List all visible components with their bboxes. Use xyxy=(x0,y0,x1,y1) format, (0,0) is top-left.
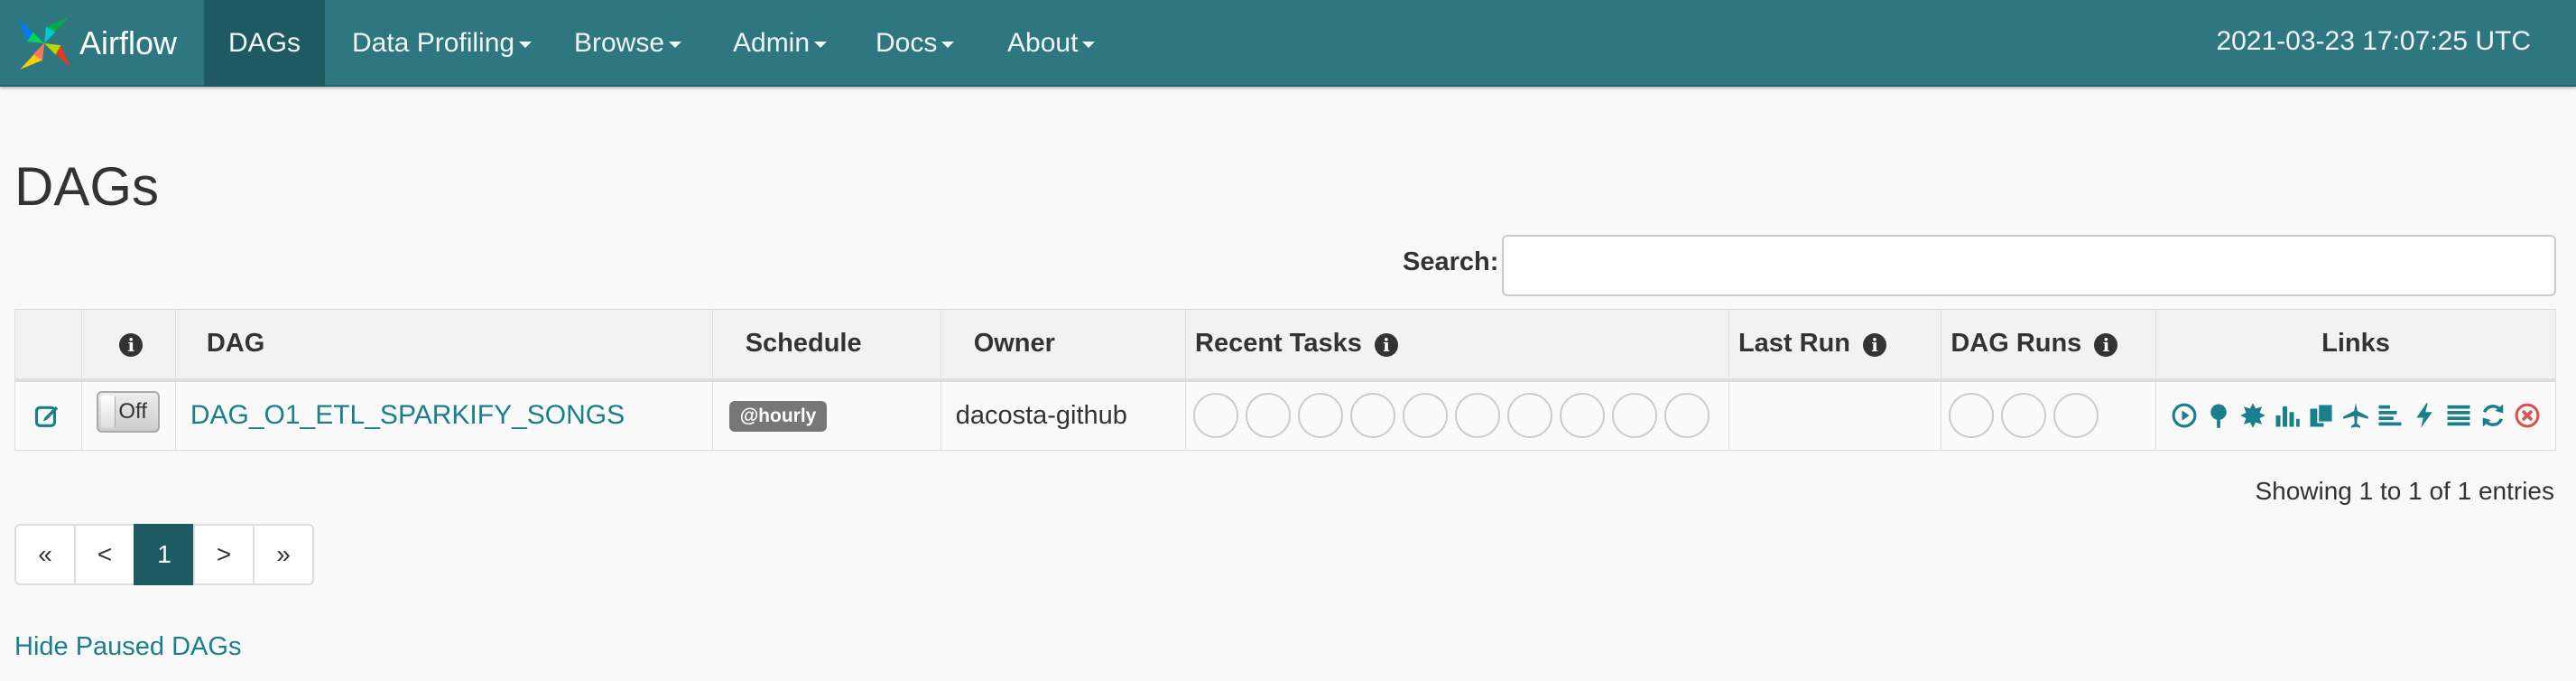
header-last-run[interactable]: Last Run i xyxy=(1728,309,1942,382)
header-links: Links xyxy=(2155,309,2556,382)
graph-view-icon[interactable] xyxy=(2239,402,2266,429)
nav-admin-label: Admin xyxy=(733,28,811,58)
header-info: i xyxy=(80,309,176,382)
delete-icon[interactable] xyxy=(2514,402,2541,429)
header-dag-runs-label: DAG Runs xyxy=(1951,329,2082,359)
links-group xyxy=(2171,402,2541,429)
duration-chart-icon[interactable] xyxy=(2274,402,2301,429)
caret-down-icon xyxy=(1082,42,1096,48)
schedule-badge[interactable]: @hourly xyxy=(728,401,828,433)
toggle-knob xyxy=(101,396,116,429)
brand-link[interactable]: Airflow xyxy=(14,7,177,79)
nav-browse[interactable]: Browse xyxy=(549,0,707,87)
recent-tasks-circles xyxy=(1193,393,1714,439)
caret-down-icon xyxy=(669,42,682,48)
dag-pause-toggle[interactable]: Off xyxy=(97,391,161,434)
page-1-button[interactable]: 1 xyxy=(134,524,195,585)
dag-link[interactable]: DAG_O1_ETL_SPARKIFY_SONGS xyxy=(190,400,625,430)
table-header-row: i DAG Schedule Owner Recent Tasks i Last… xyxy=(14,309,2556,382)
logs-icon[interactable] xyxy=(2445,402,2472,429)
brand-name: Airflow xyxy=(79,24,178,61)
task-status-circle[interactable] xyxy=(1560,393,1606,439)
task-status-circle[interactable] xyxy=(1664,393,1710,439)
top-navbar: Airflow DAGs Data Profiling Browse Admin… xyxy=(0,0,2576,87)
links-cell xyxy=(2155,379,2556,451)
refresh-icon[interactable] xyxy=(2479,402,2507,429)
header-edit xyxy=(14,309,82,382)
task-status-circle[interactable] xyxy=(1507,393,1553,439)
dag-run-status-circle[interactable] xyxy=(1949,393,1995,439)
info-icon[interactable]: i xyxy=(2094,332,2118,357)
info-icon[interactable]: i xyxy=(1374,332,1398,357)
header-schedule[interactable]: Schedule xyxy=(711,309,941,382)
recent-tasks-cell xyxy=(1185,379,1729,451)
dag-run-status-circle[interactable] xyxy=(2001,393,2047,439)
info-icon[interactable]: i xyxy=(1863,332,1887,357)
task-status-circle[interactable] xyxy=(1403,393,1449,439)
task-status-circle[interactable] xyxy=(1298,393,1344,439)
caret-down-icon xyxy=(941,42,955,48)
hide-paused-dags-link[interactable]: Hide Paused DAGs xyxy=(14,632,241,662)
header-links-label: Links xyxy=(2321,329,2390,359)
header-dag[interactable]: DAG xyxy=(174,309,713,382)
nav-dags[interactable]: DAGs xyxy=(204,0,325,87)
airflow-logo-icon xyxy=(18,17,70,70)
gantt-icon[interactable] xyxy=(2377,402,2404,429)
trigger-dag-icon[interactable] xyxy=(2171,402,2198,429)
schedule-cell: @hourly xyxy=(711,379,941,451)
first-page-button[interactable]: « xyxy=(14,524,76,585)
dag-run-status-circle[interactable] xyxy=(2053,393,2099,439)
task-status-circle[interactable] xyxy=(1350,393,1396,439)
search-input[interactable] xyxy=(1502,235,2556,296)
nav-dags-label: DAGs xyxy=(228,28,301,58)
header-last-run-label: Last Run xyxy=(1737,329,1850,359)
owner-cell: dacosta-github xyxy=(940,379,1187,451)
header-schedule-label: Schedule xyxy=(745,329,862,359)
dag-runs-cell xyxy=(1941,379,2156,451)
dag-runs-circles xyxy=(1949,393,2141,439)
nav-data-profiling-label: Data Profiling xyxy=(352,28,515,58)
entries-info: Showing 1 to 1 of 1 entries xyxy=(2255,477,2554,505)
header-owner-label: Owner xyxy=(973,329,1055,359)
caret-down-icon xyxy=(519,42,533,48)
owner-label: dacosta-github xyxy=(955,400,1127,430)
header-recent-tasks-label: Recent Tasks xyxy=(1195,329,1362,359)
nav-about[interactable]: About xyxy=(982,0,1120,87)
nav-browse-label: Browse xyxy=(574,28,665,58)
header-owner[interactable]: Owner xyxy=(940,309,1187,382)
header-dag-label: DAG xyxy=(206,329,265,359)
nav-about-label: About xyxy=(1007,28,1079,58)
utc-clock: 2021-03-23 17:07:25 UTC xyxy=(2216,26,2531,56)
edit-icon[interactable] xyxy=(30,402,67,429)
task-status-circle[interactable] xyxy=(1246,393,1292,439)
edit-cell xyxy=(14,379,82,451)
prev-page-button[interactable]: < xyxy=(74,524,135,585)
info-icon[interactable]: i xyxy=(119,332,144,357)
table-row: Off DAG_O1_ETL_SPARKIFY_SONGS @hourly da… xyxy=(14,379,2556,451)
pagination: « < 1 > » xyxy=(14,524,314,585)
next-page-button[interactable]: > xyxy=(193,524,255,585)
landing-times-icon[interactable] xyxy=(2342,402,2369,429)
header-recent-tasks[interactable]: Recent Tasks i xyxy=(1185,309,1729,382)
last-run-cell xyxy=(1728,379,1942,451)
header-dag-runs[interactable]: DAG Runs i xyxy=(1941,309,2156,382)
task-status-circle[interactable] xyxy=(1612,393,1658,439)
nav-docs-label: Docs xyxy=(876,28,938,58)
nav-admin[interactable]: Admin xyxy=(708,0,852,87)
dag-id-cell: DAG_O1_ETL_SPARKIFY_SONGS xyxy=(174,379,713,451)
caret-down-icon xyxy=(814,42,828,48)
task-status-circle[interactable] xyxy=(1455,393,1501,439)
toggle-cell: Off xyxy=(80,379,176,451)
nav-docs[interactable]: Docs xyxy=(850,0,979,87)
search-label: Search: xyxy=(1403,247,1499,276)
toggle-label: Off xyxy=(118,399,147,424)
dags-table: i DAG Schedule Owner Recent Tasks i Last… xyxy=(14,309,2556,451)
task-status-circle[interactable] xyxy=(1193,393,1239,439)
tree-view-icon[interactable] xyxy=(2205,402,2232,429)
code-icon[interactable] xyxy=(2411,402,2438,429)
nav-data-profiling[interactable]: Data Profiling xyxy=(327,0,557,87)
last-page-button[interactable]: » xyxy=(253,524,314,585)
task-tries-icon[interactable] xyxy=(2308,402,2335,429)
page-title: DAGs xyxy=(14,156,160,217)
